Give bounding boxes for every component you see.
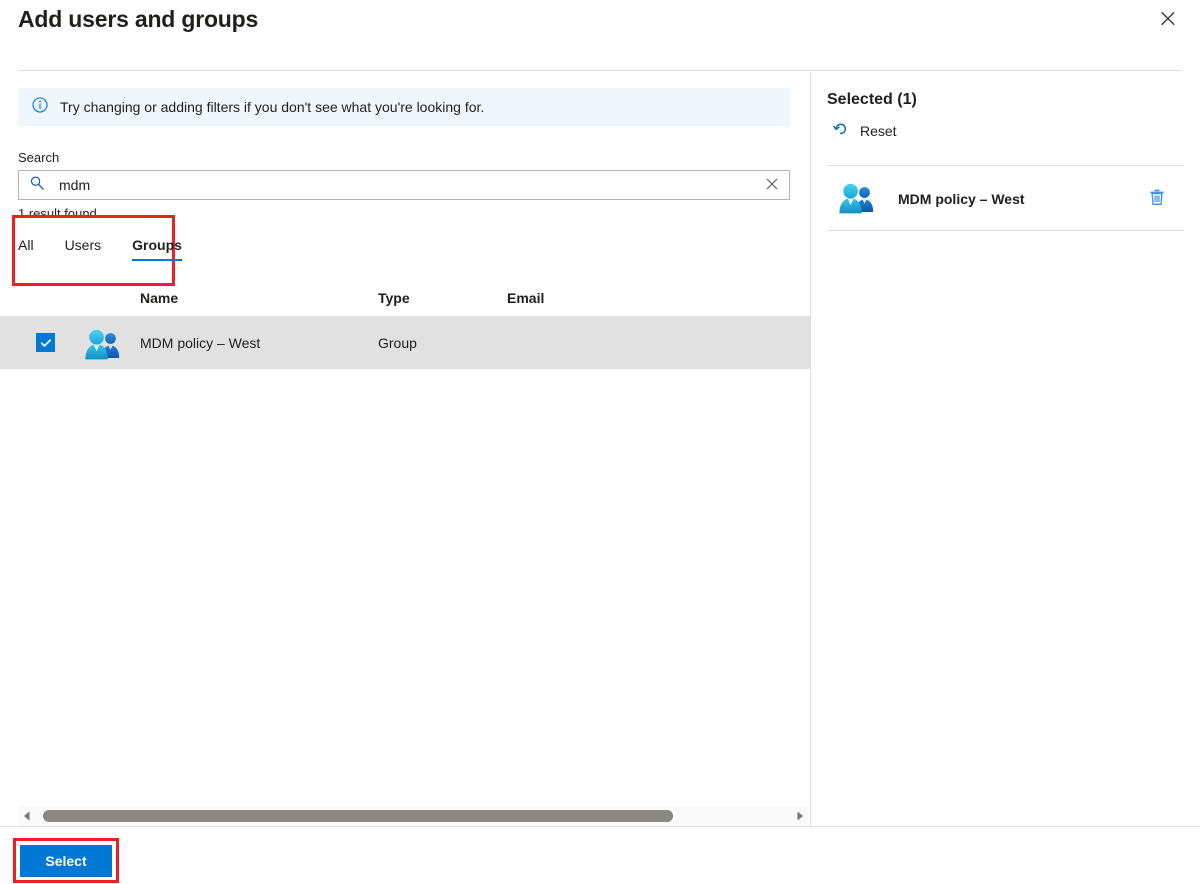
info-message-text: Try changing or adding filters if you do… <box>60 99 485 115</box>
scrollbar-thumb[interactable] <box>43 810 673 822</box>
selected-item-label: MDM policy – West <box>898 191 1025 207</box>
group-people-icon <box>838 182 876 214</box>
column-header-email: Email <box>507 290 545 306</box>
search-block: Search 1 result found <box>18 149 790 223</box>
search-clear-button[interactable] <box>757 171 787 199</box>
group-people-icon <box>84 328 122 360</box>
row-cell-name: MDM policy – West <box>140 335 261 351</box>
scrollbar-track[interactable] <box>35 806 791 826</box>
tab-all[interactable]: All <box>18 235 34 261</box>
caret-right-icon[interactable] <box>791 806 808 826</box>
table-row[interactable]: MDM policy – West Group <box>0 316 810 369</box>
table-header-row: Name Type Email <box>0 286 810 316</box>
search-label: Search <box>18 150 60 165</box>
reset-button[interactable]: Reset <box>833 119 897 143</box>
row-checkbox[interactable] <box>36 333 55 352</box>
footer-divider <box>0 826 1200 827</box>
filter-tabs: All Users Groups <box>18 231 213 261</box>
caret-left-icon[interactable] <box>18 806 35 826</box>
tab-users[interactable]: Users <box>65 235 102 261</box>
browse-pane: Try changing or adding filters if you do… <box>0 71 810 826</box>
selected-pane: Selected (1) Reset MDM policy – West <box>811 71 1200 826</box>
search-field[interactable] <box>18 170 790 200</box>
selected-title: Selected (1) <box>827 91 917 108</box>
selected-divider-bottom <box>827 230 1184 231</box>
close-icon <box>1159 10 1177 28</box>
column-header-name: Name <box>140 290 179 306</box>
select-button[interactable]: Select <box>20 845 112 877</box>
column-header-type: Type <box>378 290 410 306</box>
tab-groups[interactable]: Groups <box>132 235 182 261</box>
close-button[interactable] <box>1150 2 1186 36</box>
reset-label: Reset <box>860 123 897 139</box>
results-table: Name Type Email MDM policy – West Group <box>0 286 810 369</box>
search-input[interactable] <box>59 172 757 198</box>
info-message-bar: Try changing or adding filters if you do… <box>18 88 790 126</box>
undo-arrow-icon <box>833 121 850 141</box>
magnifier-icon <box>29 175 45 196</box>
trash-icon <box>1148 188 1166 209</box>
search-result-count: 1 result found <box>18 206 97 221</box>
row-cell-type: Group <box>378 335 417 351</box>
page-title: Add users and groups <box>18 6 259 32</box>
horizontal-scrollbar[interactable] <box>18 806 808 826</box>
delete-selected-button[interactable] <box>1143 184 1171 212</box>
clear-x-icon <box>765 177 779 194</box>
selected-list-item[interactable]: MDM policy – West <box>827 166 1184 230</box>
info-circle-icon <box>32 96 48 118</box>
